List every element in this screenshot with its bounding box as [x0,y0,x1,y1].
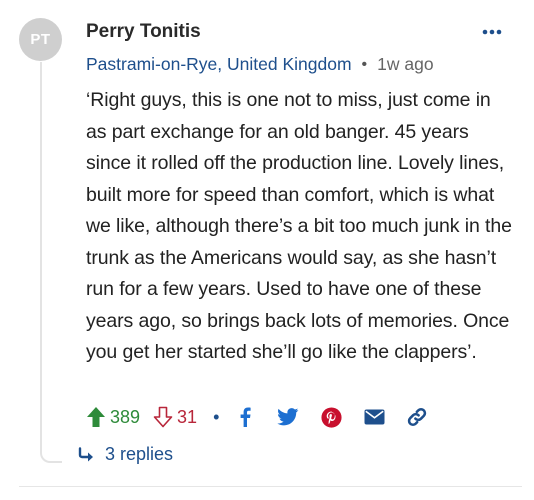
pinterest-icon[interactable] [319,405,343,429]
upvote-button[interactable]: 389 [86,406,140,428]
comment-divider [19,486,522,487]
replies-toggle[interactable]: 3 replies [78,444,173,465]
thread-line [40,62,62,463]
more-dots-icon[interactable] [478,20,506,44]
downvote-count: 31 [177,406,198,427]
author-name[interactable]: Perry Tonitis [86,21,201,43]
avatar[interactable]: PT [19,18,62,61]
author-location[interactable]: Pastrami-on-Rye, United Kingdom [86,54,352,75]
comment-meta: Pastrami-on-Rye, United Kingdom • 1w ago [86,54,434,75]
facebook-icon[interactable] [233,405,257,429]
meta-separator: • [361,55,368,73]
email-icon[interactable] [362,405,386,429]
comment-actions: 389 31 • [86,404,448,430]
reply-arrow-icon [78,446,93,461]
arrow-down-icon [153,406,173,428]
comment-body: ‘Right guys, this is one not to miss, ju… [86,89,512,363]
comment-age: 1w ago [377,54,434,74]
twitter-icon[interactable] [276,405,300,429]
link-icon[interactable] [405,405,429,429]
replies-count-label: 3 replies [105,444,174,464]
downvote-button[interactable]: 31 [153,406,197,428]
upvote-count: 389 [110,406,141,427]
actions-separator: • [213,406,220,427]
arrow-up-icon [87,407,105,427]
